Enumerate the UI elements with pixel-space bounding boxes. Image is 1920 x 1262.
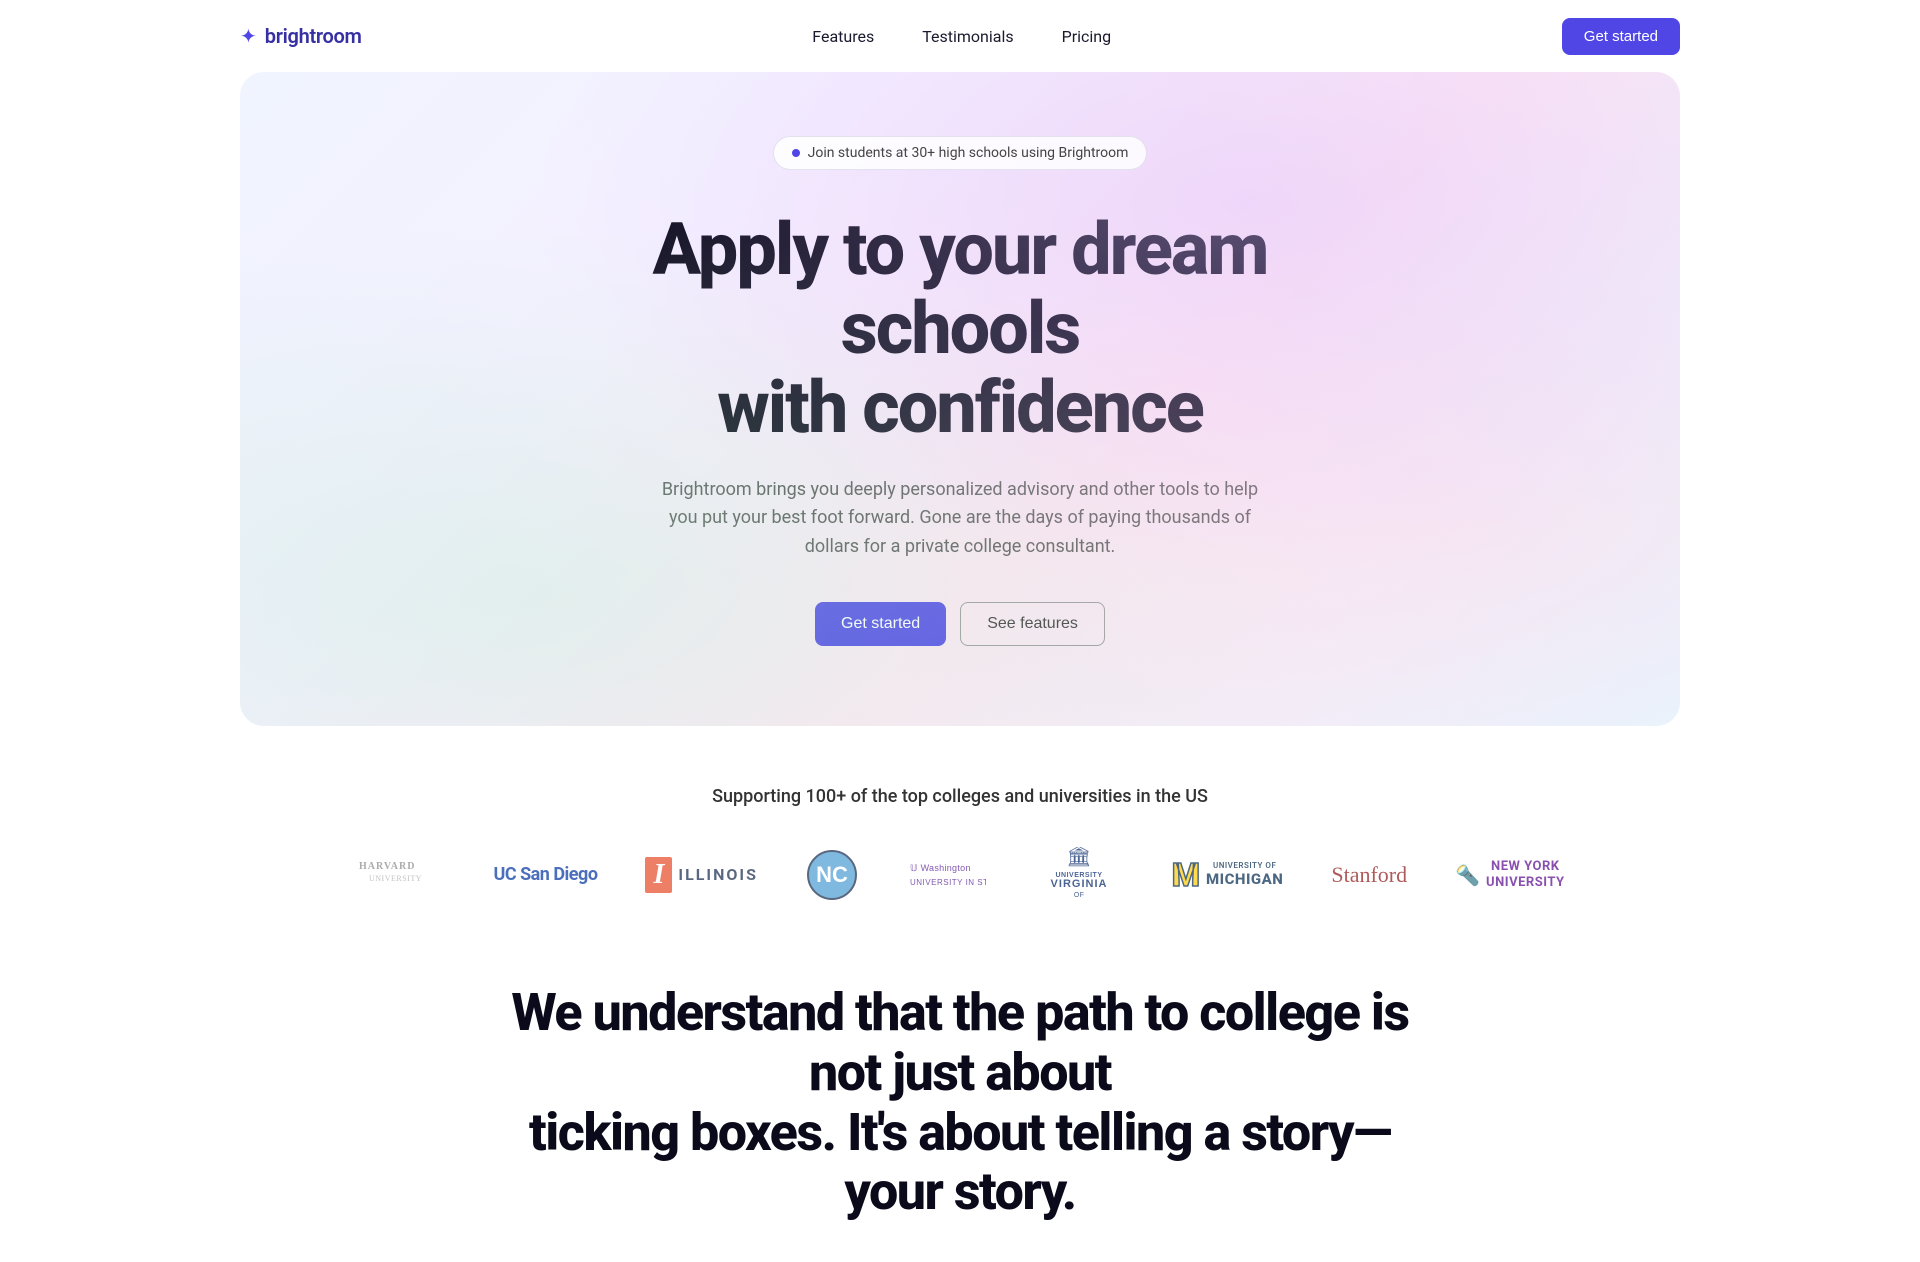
hero-title-line1: Apply to your dream schools [653, 207, 1268, 371]
svg-text:VIRGINIA: VIRGINIA [1050, 878, 1107, 890]
michigan-text: UNIVERSITY OF MICHIGAN [1206, 861, 1283, 888]
logo[interactable]: ✦ brightroom [240, 24, 362, 48]
nyu-text: NEW YORKUNIVERSITY [1486, 859, 1565, 890]
logo-text: brightroom [265, 24, 362, 48]
washington-svg: 𝕌 Washington UNIVERSITY IN ST. LOUIS [906, 851, 986, 899]
harvard-svg: HARVARD UNIVERSITY [355, 851, 445, 899]
nyu-logo: 🔦 NEW YORKUNIVERSITY [1455, 847, 1564, 903]
bottom-title-line1: We understand that the path to college i… [511, 982, 1408, 1103]
hero-wrapper: Join students at 30+ high schools using … [0, 72, 1920, 726]
hero-buttons: Get started See features [288, 602, 1632, 646]
hero-see-features-button[interactable]: See features [960, 602, 1105, 646]
unc-svg: NC [806, 849, 858, 901]
michigan-m-icon: M [1172, 856, 1200, 894]
bottom-section: We understand that the path to college i… [0, 963, 1920, 1262]
uva-logo: 🏛 UNIVERSITY VIRGINIA OF [1034, 847, 1124, 903]
harvard-logo: HARVARD UNIVERSITY [355, 847, 445, 903]
ucsd-logo: UC San Diego [493, 847, 597, 903]
svg-text:𝕌 Washington: 𝕌 Washington [910, 863, 971, 873]
hero-section: Join students at 30+ high schools using … [240, 72, 1680, 726]
bottom-title-line2: ticking boxes. It's about telling a stor… [529, 1102, 1391, 1223]
universities-section: Supporting 100+ of the top colleges and … [0, 786, 1920, 963]
svg-text:HARVARD: HARVARD [359, 861, 415, 872]
unc-logo: NC [806, 847, 858, 903]
universities-title: Supporting 100+ of the top colleges and … [240, 786, 1680, 807]
nav-pricing[interactable]: Pricing [1062, 27, 1112, 46]
michigan-logo: M UNIVERSITY OF MICHIGAN [1172, 847, 1283, 903]
illinois-i-icon: I [645, 857, 672, 893]
svg-text:OF: OF [1074, 892, 1084, 899]
logo-icon: ✦ [240, 24, 257, 48]
badge-dot [792, 149, 800, 157]
stanford-text: Stanford [1331, 862, 1407, 888]
uva-svg: 🏛 UNIVERSITY VIRGINIA OF [1034, 847, 1124, 903]
hero-get-started-button[interactable]: Get started [815, 602, 946, 646]
stanford-logo: Stanford [1331, 847, 1407, 903]
nav-links: Features Testimonials Pricing [812, 27, 1111, 46]
bottom-title: We understand that the path to college i… [510, 983, 1410, 1222]
illinois-text: ILLINOIS [678, 865, 758, 884]
svg-text:UNIVERSITY: UNIVERSITY [369, 874, 422, 883]
ucsd-text: UC San Diego [493, 864, 597, 885]
illinois-logo: I ILLINOIS [645, 847, 757, 903]
nav-testimonials[interactable]: Testimonials [922, 27, 1013, 46]
washington-logo: 𝕌 Washington UNIVERSITY IN ST. LOUIS [906, 847, 986, 903]
svg-text:UNIVERSITY IN ST. LOUIS: UNIVERSITY IN ST. LOUIS [910, 878, 986, 887]
svg-text:NC: NC [816, 862, 848, 887]
hero-subtitle: Brightroom brings you deeply personalize… [650, 476, 1270, 562]
nav-features[interactable]: Features [812, 27, 874, 46]
hero-title: Apply to your dream schools with confide… [580, 210, 1340, 448]
hero-badge: Join students at 30+ high schools using … [773, 136, 1148, 170]
nav-get-started-button[interactable]: Get started [1562, 18, 1680, 55]
navbar: ✦ brightroom Features Testimonials Prici… [0, 0, 1920, 72]
svg-text:🏛: 🏛 [1066, 847, 1091, 868]
hero-title-line2: with confidence [717, 365, 1203, 450]
universities-logos: HARVARD UNIVERSITY UC San Diego I ILLINO… [240, 847, 1680, 903]
nyu-torch-icon: 🔦 [1455, 863, 1480, 887]
badge-text: Join students at 30+ high schools using … [808, 145, 1129, 161]
